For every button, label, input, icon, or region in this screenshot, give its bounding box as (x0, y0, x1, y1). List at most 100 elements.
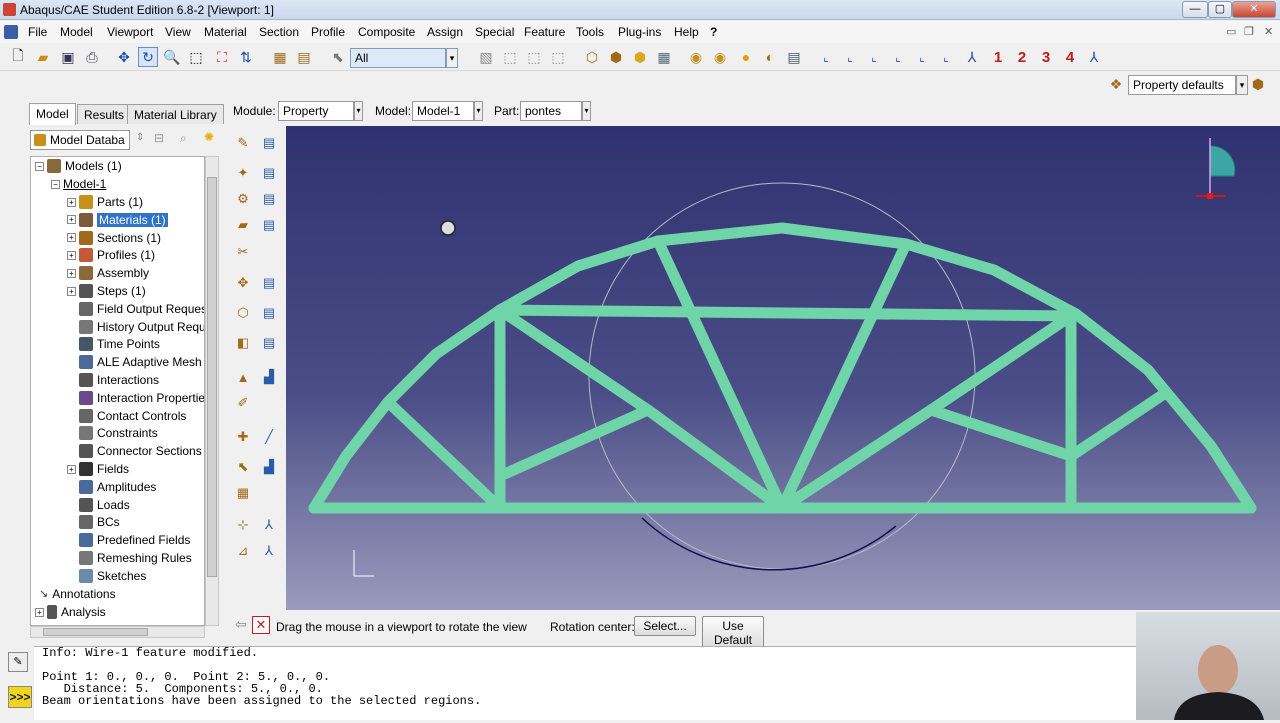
collapse-icon[interactable]: − (51, 179, 60, 189)
tree-node-field-output-requests[interactable]: Field Output Requests (67, 300, 204, 318)
tree-node-interaction-properties[interactable]: Interaction Properties (67, 389, 204, 407)
profile-manager-icon[interactable]: ▤ (258, 188, 280, 210)
color-mapping-icon[interactable]: ⬢ (1248, 74, 1268, 94)
auto-fit-icon[interactable]: ⛶ (212, 47, 232, 67)
box-select-icon[interactable]: ⬚ (500, 47, 520, 67)
tab-material-library[interactable]: Material Library (127, 104, 224, 124)
view-right-icon[interactable]: ⌞ (936, 47, 956, 67)
close-button[interactable]: ✕ (1232, 1, 1276, 18)
tree-horizontal-scrollbar[interactable] (30, 626, 205, 638)
section-manager-icon[interactable]: ▤ (258, 162, 280, 184)
display-manager-icon[interactable]: ▤ (784, 47, 804, 67)
model-select[interactable]: Model-1 (412, 101, 474, 121)
tree-node-parts-1[interactable]: + Parts (1) (67, 193, 143, 211)
expand-icon[interactable]: + (67, 233, 76, 243)
material-create-icon[interactable]: ✎ (232, 132, 254, 154)
property-dropdown-icon[interactable]: ▾ (1236, 75, 1248, 95)
menu-viewport[interactable]: Viewport (107, 25, 153, 39)
tree-node-analysis[interactable]: + Analysis (35, 603, 106, 621)
display-remove-icon[interactable]: ◐ (760, 47, 780, 67)
xyz-point-icon[interactable]: ⊹ (232, 514, 254, 536)
tree-node-amplitudes[interactable]: Amplitudes (67, 478, 156, 496)
context-help-icon[interactable]: ? (710, 25, 717, 39)
tree-hscroll-thumb[interactable] (43, 628, 148, 636)
cancel-icon[interactable]: ✕ (252, 616, 270, 634)
view-3-button[interactable]: 3 (1036, 47, 1056, 67)
composite-manager-icon[interactable]: ▤ (258, 214, 280, 236)
view-top-icon[interactable]: ⌞ (864, 47, 884, 67)
mdi-close-icon[interactable]: ✕ (1264, 25, 1273, 38)
tree-collapse-icon[interactable]: ⊟ (154, 131, 164, 145)
menu-tools[interactable]: Tools (576, 25, 604, 39)
view-left-icon[interactable]: ⌞ (912, 47, 932, 67)
use-default-button[interactable]: Use Default (702, 616, 764, 650)
triad-icon[interactable]: ⅄ (258, 514, 280, 536)
view-2-button[interactable]: 2 (1012, 47, 1032, 67)
edit-special-icon[interactable]: ✐ (232, 392, 254, 414)
tab-model[interactable]: Model (29, 103, 76, 125)
tree-node-models[interactable]: − Models (1) (35, 157, 122, 175)
select-angle-icon[interactable]: ⬚ (548, 47, 568, 67)
expand-icon[interactable]: + (67, 464, 76, 474)
new-file-icon[interactable]: 🗋 (8, 47, 28, 67)
viewport[interactable] (286, 126, 1280, 610)
tree-node-sections-1[interactable]: + Sections (1) (67, 229, 161, 247)
skin-icon[interactable]: ▲ (232, 366, 254, 388)
view-bottom-icon[interactable]: ⌞ (888, 47, 908, 67)
menu-section[interactable]: Section (259, 25, 299, 39)
mdi-minimize-icon[interactable]: ▭ (1226, 25, 1236, 38)
move-up-down-icon[interactable]: ⇕ (136, 132, 144, 143)
color-code-icon[interactable]: ❖ (1106, 74, 1126, 94)
view-back-icon[interactable]: ⌞ (840, 47, 860, 67)
select-arrow-icon[interactable]: ⬉ (328, 47, 348, 67)
minimize-button[interactable]: — (1182, 1, 1208, 18)
mesh-render-icon[interactable]: ▦ (654, 47, 674, 67)
beam-orientation-icon[interactable]: ⬡ (232, 302, 254, 324)
part-dropdown-icon[interactable]: ▾ (582, 101, 591, 121)
tree-node-sketches[interactable]: Sketches (67, 567, 146, 585)
drag-select-icon[interactable]: ⬚ (524, 47, 544, 67)
datum-plane-icon[interactable]: ▟ (258, 456, 280, 478)
command-line-icon[interactable]: >>> (8, 686, 32, 708)
view-1-button[interactable]: 1 (988, 47, 1008, 67)
module-dropdown-icon[interactable]: ▾ (354, 101, 363, 121)
menu-file[interactable]: File (28, 25, 47, 39)
save-icon[interactable]: ▣ (58, 47, 78, 67)
module-select[interactable]: Property (278, 101, 354, 121)
stringer-icon[interactable]: ▟ (258, 366, 280, 388)
back-arrow-icon[interactable]: ⇦ (232, 616, 250, 634)
tree-node-constraints[interactable]: Constraints (67, 424, 158, 442)
message-area-icon[interactable]: ✎ (8, 652, 28, 672)
tree-node-steps-1[interactable]: + Steps (1) (67, 282, 146, 300)
view-iso-icon[interactable]: ⅄ (962, 47, 982, 67)
tree-node-model-1[interactable]: − Model-1 (51, 175, 106, 193)
section-create-icon[interactable]: ✦ (232, 162, 254, 184)
csys-manager-icon[interactable]: ⅄ (258, 540, 280, 562)
view-front-icon[interactable]: ⌞ (816, 47, 836, 67)
tree-node-assembly[interactable]: + Assembly (67, 264, 149, 282)
menu-special[interactable]: Special (475, 25, 514, 39)
menu-feature[interactable]: Feature (524, 25, 565, 39)
tree-node-annotations[interactable]: ↘ Annotations (39, 585, 116, 603)
open-folder-icon[interactable]: ▰ (33, 47, 53, 67)
menu-assign[interactable]: Assign (427, 25, 463, 39)
expand-icon[interactable]: + (67, 197, 76, 207)
normal-manager-icon[interactable]: ▤ (258, 332, 280, 354)
expand-icon[interactable]: + (35, 607, 44, 617)
maximize-button[interactable]: ▢ (1208, 1, 1232, 18)
collapse-icon[interactable]: − (35, 161, 44, 171)
rotate-icon[interactable]: ↻ (138, 47, 158, 67)
model-dropdown-icon[interactable]: ▾ (474, 101, 483, 121)
menu-material[interactable]: Material (204, 25, 247, 39)
tree-scroll-thumb[interactable] (207, 177, 217, 577)
menu-help[interactable]: Help (674, 25, 699, 39)
magnify-icon[interactable]: 🔍 (162, 47, 182, 67)
filter-dropdown-icon[interactable]: ▾ (446, 48, 458, 68)
orientation-icon[interactable]: ✥ (232, 272, 254, 294)
ruler-icon[interactable]: ▤ (294, 47, 314, 67)
tree-node-materials-1[interactable]: + Materials (1) (67, 211, 168, 229)
tip-lightbulb-icon[interactable]: ✺ (204, 130, 214, 144)
selection-filter[interactable]: All (350, 48, 446, 68)
wireframe-icon[interactable]: ⬡ (582, 47, 602, 67)
box-zoom-icon[interactable]: ⬚ (186, 47, 206, 67)
